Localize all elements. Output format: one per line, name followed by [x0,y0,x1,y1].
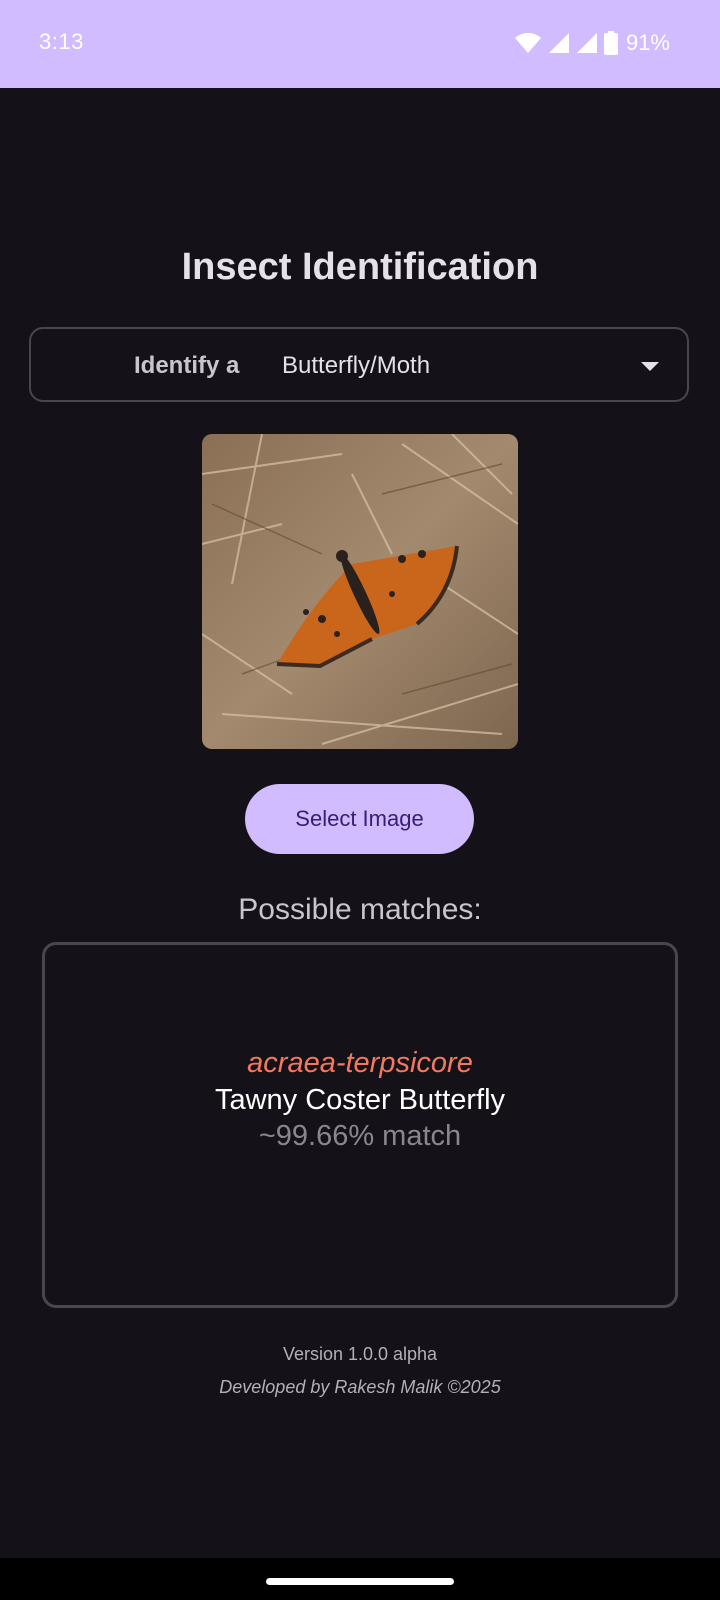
footer-credit: Developed by Rakesh Malik ©2025 [219,1377,501,1397]
dropdown-label: Identify a [134,352,240,379]
home-gesture-handle[interactable] [266,1578,454,1585]
wifi-icon [514,32,542,54]
navigation-bar [0,1558,720,1600]
results-box: acraea-terpsicore Tawny Coster Butterfly… [42,942,678,1308]
status-bar: 3:13 91% [0,0,720,88]
select-image-button[interactable]: Select Image [245,784,474,854]
result-match-percent: ~99.66% match [258,1120,462,1152]
battery-icon [603,31,618,55]
battery-percent: 91% [625,30,670,55]
status-icons: 91% [514,28,670,58]
signal-icon [576,32,598,54]
chevron-down-icon[interactable] [641,362,659,371]
dropdown-selected-value[interactable]: Butterfly/Moth [282,352,430,380]
matches-heading: Possible matches: [238,893,482,926]
signal-icon [548,32,570,54]
result-common-name: Tawny Coster Butterfly [214,1084,506,1116]
page-title: Insect Identification [181,246,539,288]
insect-type-dropdown[interactable]: Identify a Butterfly/Moth [29,327,689,402]
status-time: 3:13 [39,29,84,54]
footer-version: Version 1.0.0 alpha [282,1344,438,1364]
insect-photo [202,434,518,749]
result-scientific-name: acraea-terpsicore [247,1047,473,1079]
